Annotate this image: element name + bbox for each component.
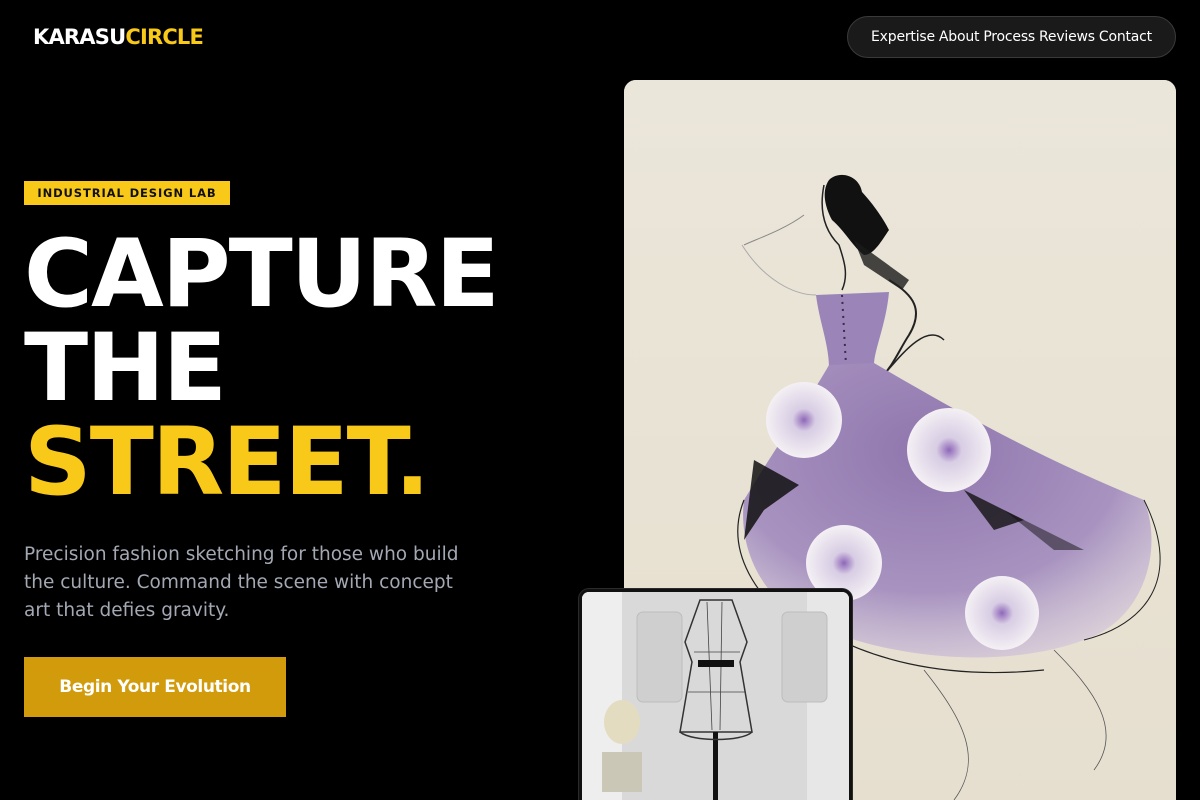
nav-link-contact[interactable]: Contact (1099, 29, 1152, 45)
begin-evolution-button[interactable]: Begin Your Evolution (24, 657, 286, 717)
hero-description: Precision fashion sketching for those wh… (24, 544, 459, 621)
headline-line-1: CAPTURE (24, 220, 500, 329)
nav-link-process[interactable]: Process (983, 29, 1035, 45)
headline-line-3: STREET. (24, 408, 430, 517)
logo-word-circle: CIRCLE (125, 25, 204, 49)
nav-link-expertise[interactable]: Expertise (871, 29, 935, 45)
logo-word-karasu: KARASU (33, 25, 126, 49)
landing-page: KARASUCIRCLE Expertise About Process Rev… (0, 0, 1200, 800)
hero-headline: CAPTURE THE STREET. (24, 220, 500, 517)
headline-line-2: THE (24, 314, 227, 423)
nav-link-reviews[interactable]: Reviews (1039, 29, 1095, 45)
mannequin-image-card (579, 589, 852, 800)
main-nav: Expertise About Process Reviews Contact (847, 16, 1176, 58)
brand-logo[interactable]: KARASUCIRCLE (33, 24, 204, 50)
nav-link-about[interactable]: About (939, 29, 980, 45)
section-badge: INDUSTRIAL DESIGN LAB (24, 181, 230, 205)
